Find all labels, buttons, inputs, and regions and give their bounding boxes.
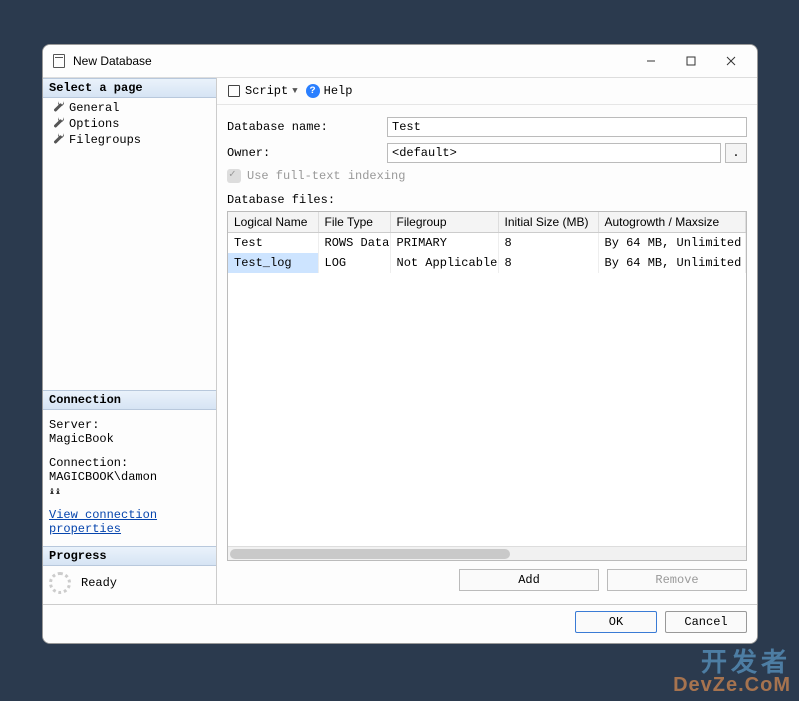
- main-panel: Script ▼ ? Help Database name: Owner: . …: [217, 78, 757, 604]
- server-value: MagicBook: [49, 432, 210, 446]
- col-file-type[interactable]: File Type: [318, 212, 390, 233]
- database-icon: [53, 54, 65, 68]
- server-label: Server:: [49, 418, 210, 432]
- cell-growth[interactable]: By 64 MB, Unlimited: [598, 233, 746, 254]
- progress-header: Progress: [43, 546, 216, 566]
- scrollbar-thumb[interactable]: [230, 549, 510, 559]
- cell-logical[interactable]: Test: [228, 233, 318, 254]
- page-item-general[interactable]: General: [47, 100, 212, 116]
- watermark: 开发者 DevZe.CoM: [673, 649, 791, 695]
- script-icon: [227, 84, 241, 98]
- cell-ftype[interactable]: LOG: [318, 253, 390, 273]
- spinner-icon: [49, 572, 71, 594]
- people-icon: ♝♝: [49, 486, 63, 498]
- page-label: General: [69, 101, 119, 115]
- select-page-header: Select a page: [43, 78, 216, 98]
- cell-ftype[interactable]: ROWS Data: [318, 233, 390, 254]
- connection-info: Server: MagicBook Connection: MAGICBOOK\…: [43, 410, 216, 546]
- page-label: Options: [69, 117, 119, 131]
- progress-status: Ready: [81, 576, 117, 590]
- new-database-dialog: New Database Select a page General Optio…: [42, 44, 758, 644]
- progress-status-row: Ready: [43, 566, 216, 604]
- connection-value: MAGICBOOK\damon: [49, 470, 210, 484]
- owner-label: Owner:: [227, 146, 387, 160]
- page-item-filegroups[interactable]: Filegroups: [47, 132, 212, 148]
- table-row[interactable]: Test_log LOG Not Applicable 8 By 64 MB, …: [228, 253, 746, 273]
- wrench-icon: [51, 101, 65, 115]
- script-button[interactable]: Script: [245, 84, 288, 98]
- database-form: Database name: Owner: . Use full-text in…: [217, 105, 757, 193]
- col-autogrowth[interactable]: Autogrowth / Maxsize: [598, 212, 746, 233]
- cell-growth[interactable]: By 64 MB, Unlimited: [598, 253, 746, 273]
- page-item-options[interactable]: Options: [47, 116, 212, 132]
- dialog-footer: OK Cancel: [43, 604, 757, 643]
- remove-button: Remove: [607, 569, 747, 591]
- cell-size[interactable]: 8: [498, 253, 598, 273]
- cell-size[interactable]: 8: [498, 233, 598, 254]
- help-icon: ?: [306, 84, 320, 98]
- owner-browse-button[interactable]: .: [725, 143, 747, 163]
- db-name-input[interactable]: [387, 117, 747, 137]
- table-row[interactable]: Test ROWS Data PRIMARY 8 By 64 MB, Unlim…: [228, 233, 746, 254]
- files-label: Database files:: [217, 193, 757, 207]
- watermark-line1: 开发者: [673, 649, 791, 675]
- maximize-button[interactable]: [671, 47, 711, 75]
- minimize-button[interactable]: [631, 47, 671, 75]
- help-button[interactable]: Help: [324, 84, 353, 98]
- db-name-label: Database name:: [227, 120, 387, 134]
- cell-logical[interactable]: Test_log: [228, 253, 318, 273]
- col-filegroup[interactable]: Filegroup: [390, 212, 498, 233]
- fulltext-label: Use full-text indexing: [247, 169, 405, 183]
- view-connection-properties-link[interactable]: View connection properties: [49, 508, 210, 536]
- database-files-grid[interactable]: Logical Name File Type Filegroup Initial…: [227, 211, 747, 561]
- page-list: General Options Filegroups: [43, 98, 216, 156]
- owner-input[interactable]: [387, 143, 721, 163]
- wrench-icon: [51, 133, 65, 147]
- watermark-line2: DevZe.CoM: [673, 675, 791, 695]
- page-label: Filegroups: [69, 133, 141, 147]
- close-button[interactable]: [711, 47, 751, 75]
- connection-header: Connection: [43, 390, 216, 410]
- cell-fgroup[interactable]: PRIMARY: [390, 233, 498, 254]
- connection-label: Connection:: [49, 456, 210, 470]
- ok-button[interactable]: OK: [575, 611, 657, 633]
- fulltext-checkbox: [227, 169, 241, 183]
- chevron-down-icon[interactable]: ▼: [292, 86, 297, 96]
- cell-fgroup[interactable]: Not Applicable: [390, 253, 498, 273]
- sidebar: Select a page General Options Filegroups…: [43, 78, 217, 604]
- cancel-button[interactable]: Cancel: [665, 611, 747, 633]
- toolbar: Script ▼ ? Help: [217, 78, 757, 105]
- col-logical-name[interactable]: Logical Name: [228, 212, 318, 233]
- col-initial-size[interactable]: Initial Size (MB): [498, 212, 598, 233]
- window-title: New Database: [73, 54, 631, 68]
- horizontal-scrollbar[interactable]: [228, 546, 746, 560]
- fulltext-checkbox-row: Use full-text indexing: [227, 169, 747, 183]
- add-button[interactable]: Add: [459, 569, 599, 591]
- titlebar[interactable]: New Database: [43, 45, 757, 77]
- wrench-icon: [51, 117, 65, 131]
